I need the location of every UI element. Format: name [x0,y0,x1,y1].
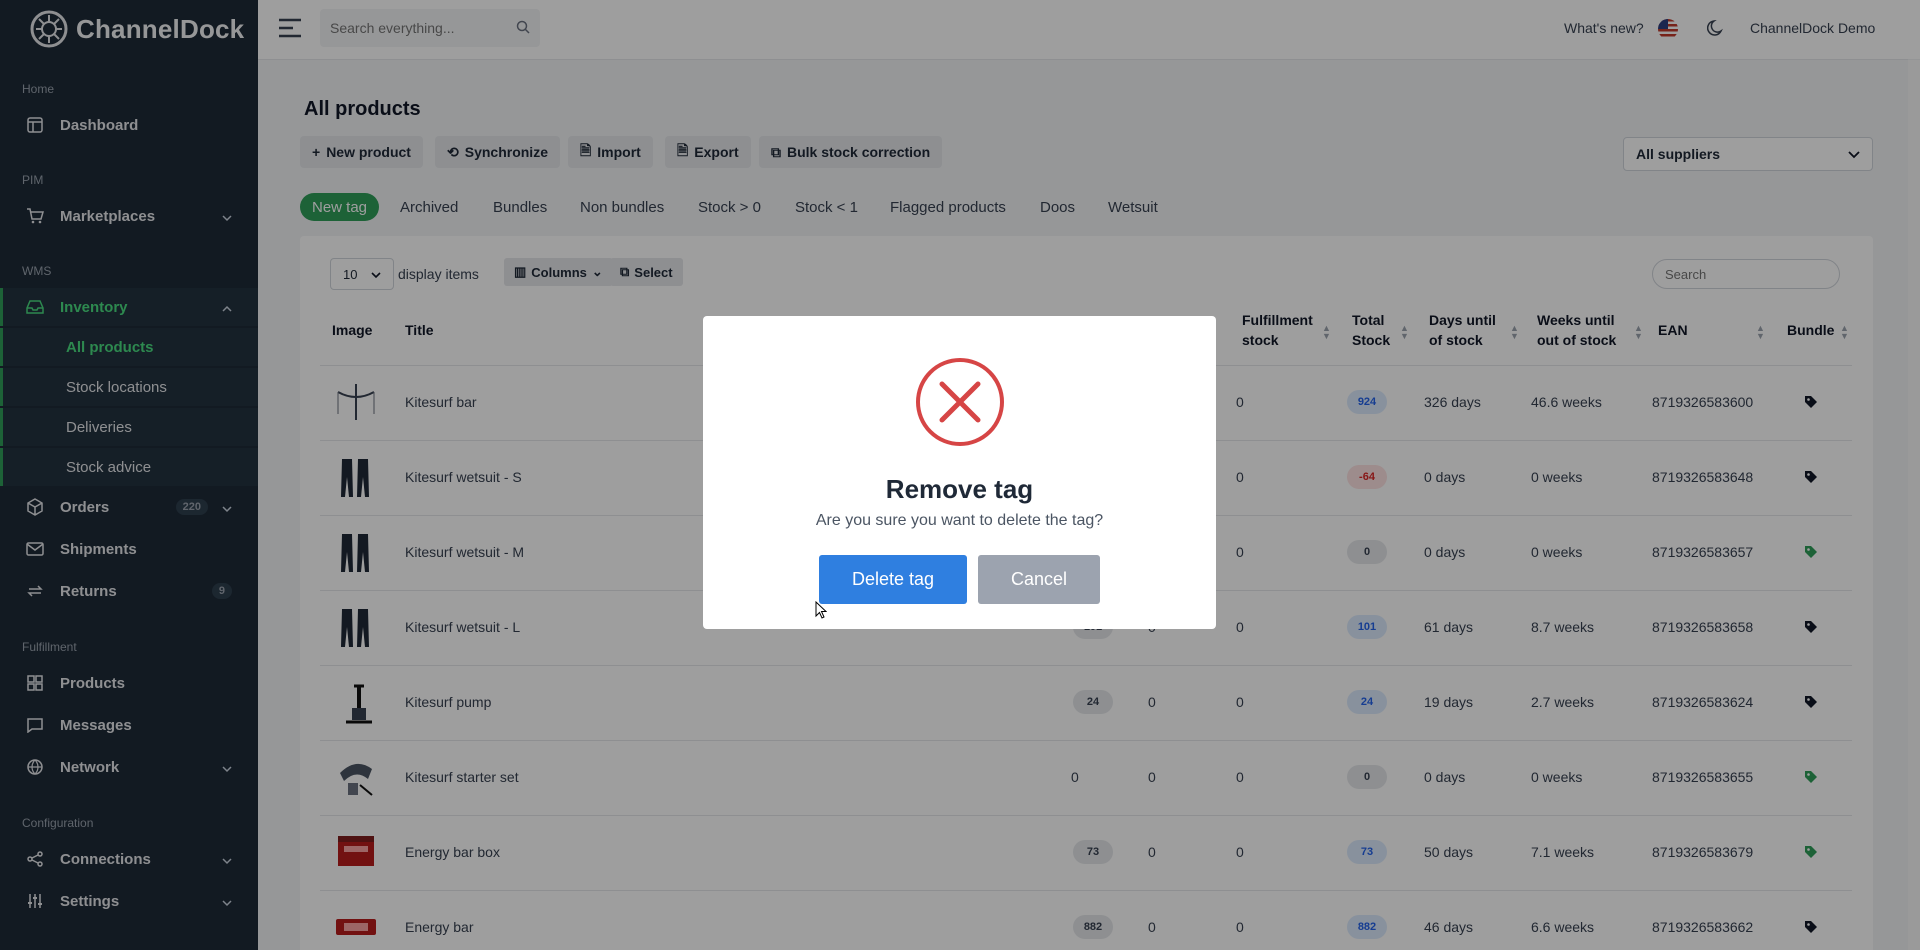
remove-tag-dialog: Remove tag Are you sure you want to dele… [703,316,1216,629]
dialog-message: Are you sure you want to delete the tag? [815,512,1104,529]
dialog-title: Remove tag [885,474,1034,504]
error-x-icon [914,356,1006,453]
mouse-cursor-icon [815,600,828,624]
delete-tag-button[interactable]: Delete tag [819,555,967,604]
cancel-button[interactable]: Cancel [978,555,1100,604]
